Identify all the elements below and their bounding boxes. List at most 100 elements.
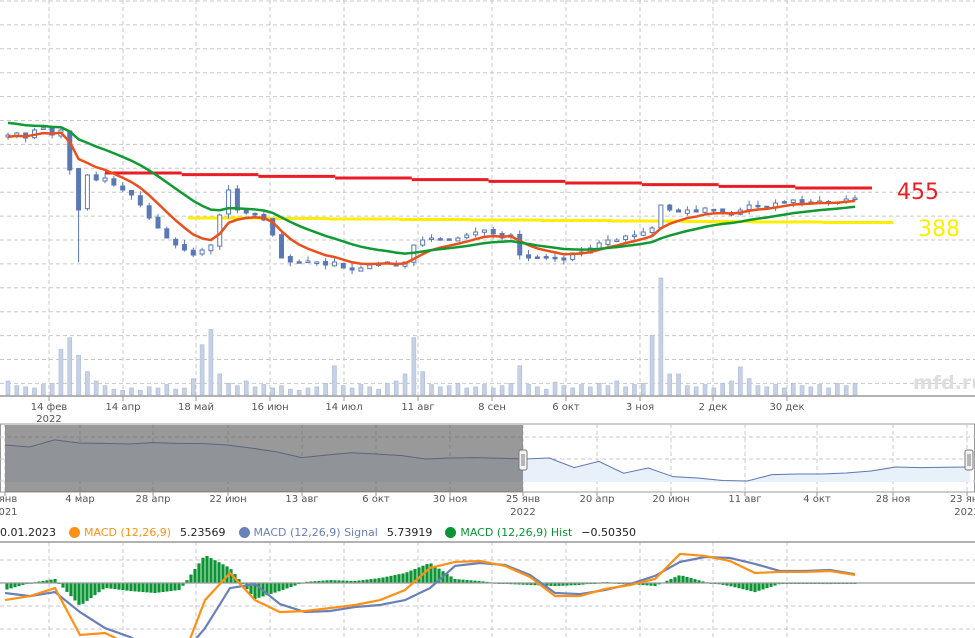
macd-hist-bar bbox=[145, 583, 149, 593]
macd-hist-bar bbox=[89, 583, 93, 599]
macd-hist-bar bbox=[121, 583, 125, 591]
legend-macd-name[interactable]: MACD (12,26,9) bbox=[84, 526, 171, 539]
volume-bar bbox=[826, 387, 831, 396]
volume-bar bbox=[164, 384, 170, 396]
macd-hist-bar bbox=[753, 583, 757, 593]
volume-bar bbox=[58, 349, 64, 396]
volume-bar bbox=[155, 387, 161, 396]
candle-body bbox=[137, 195, 143, 206]
candle-body bbox=[358, 267, 364, 272]
macd-hist-bar bbox=[745, 583, 749, 591]
navigator-tick-label: 22 июн bbox=[209, 494, 246, 505]
macd-hist-bar bbox=[125, 583, 129, 591]
macd-hist-bar bbox=[161, 583, 165, 593]
macd-hist-bar bbox=[385, 576, 389, 583]
navigator-tick-label: 28 апр bbox=[136, 494, 171, 505]
volume-bar bbox=[693, 386, 699, 396]
candle-body bbox=[199, 249, 205, 255]
candle-body bbox=[252, 212, 258, 216]
legend-signal-name[interactable]: MACD (12,26,9) Signal bbox=[254, 526, 378, 539]
navigator-right-handle[interactable] bbox=[964, 449, 974, 471]
volume-bar bbox=[817, 384, 823, 396]
candle-body bbox=[40, 127, 46, 130]
navigator-tick-label: янв bbox=[0, 494, 17, 505]
macd-hist-bar bbox=[93, 583, 97, 596]
candle-body bbox=[129, 189, 135, 196]
candle-body bbox=[367, 264, 373, 270]
candle-body bbox=[755, 204, 761, 208]
macd-hist-bar bbox=[85, 583, 89, 601]
legend-hist-value: −0.50350 bbox=[581, 525, 636, 539]
volume-bar bbox=[111, 388, 117, 396]
volume-bar bbox=[23, 386, 28, 396]
volume-bars bbox=[5, 277, 858, 396]
macd-hist-bar bbox=[749, 583, 753, 592]
volume-bar bbox=[755, 385, 761, 396]
macd-hist-bar bbox=[77, 583, 81, 605]
candle-body bbox=[534, 256, 540, 260]
candle-body bbox=[658, 204, 664, 229]
volume-bar bbox=[243, 380, 249, 396]
volume-bar bbox=[252, 386, 258, 396]
volume-bar bbox=[667, 373, 673, 396]
watermark: mfd.ru bbox=[913, 372, 975, 394]
macd-hist-bar bbox=[13, 583, 17, 588]
x-tick-label: 14 фев bbox=[31, 402, 68, 413]
macd-hist-bar bbox=[765, 583, 769, 589]
volume-bar bbox=[517, 365, 523, 396]
macd-hist-bar bbox=[133, 583, 137, 592]
candle-body bbox=[684, 209, 690, 214]
volume-bar bbox=[482, 384, 487, 396]
candle-body bbox=[746, 204, 752, 211]
volume-bar bbox=[764, 386, 770, 396]
candle-body bbox=[711, 208, 717, 212]
candle-body bbox=[120, 185, 126, 191]
macd-hist-bar bbox=[737, 583, 741, 589]
level-label: 455 bbox=[897, 180, 939, 205]
candle-body bbox=[526, 254, 532, 259]
short-ma-line bbox=[7, 131, 856, 266]
level-label: 388 bbox=[918, 217, 960, 242]
volume-bar bbox=[579, 384, 584, 396]
macd-hist-bar bbox=[409, 570, 413, 583]
volume-bar bbox=[790, 382, 796, 396]
candle-body bbox=[676, 209, 682, 213]
candle-body bbox=[517, 233, 523, 256]
navigator-tick-label: 4 мар bbox=[65, 494, 95, 505]
volume-bar bbox=[843, 385, 849, 396]
volume-bar bbox=[32, 387, 37, 396]
candle-body bbox=[490, 229, 496, 235]
volume-bar bbox=[570, 387, 575, 396]
macd-hist-bar bbox=[669, 578, 673, 583]
candle-body bbox=[649, 227, 655, 233]
volume-bar bbox=[332, 365, 337, 396]
candle-body bbox=[93, 174, 99, 181]
candle-body bbox=[208, 244, 214, 252]
macd-hist-bar bbox=[433, 566, 437, 583]
legend-hist-name[interactable]: MACD (12,26,9) Hist bbox=[460, 526, 572, 539]
navigator-tick-label: 20 апр bbox=[580, 494, 615, 505]
volume-bar bbox=[279, 385, 284, 396]
volume-bar bbox=[552, 381, 558, 396]
macd-hist-bar bbox=[169, 583, 173, 592]
macd-hist-bar bbox=[117, 583, 121, 590]
navigator-left-handle[interactable] bbox=[518, 449, 528, 471]
volume-bar bbox=[270, 387, 275, 396]
candle-body bbox=[631, 234, 637, 238]
volume-bar bbox=[490, 387, 496, 396]
macd-hist-bar bbox=[129, 583, 133, 592]
macd-hist-bar bbox=[677, 575, 681, 583]
navigator-tick-label: 4 окт bbox=[803, 494, 831, 505]
macd-hist-bar bbox=[757, 583, 761, 591]
volume-bar bbox=[5, 380, 11, 396]
macd-hist-bar bbox=[177, 583, 181, 591]
volume-bar bbox=[138, 390, 143, 396]
volume-bar bbox=[632, 384, 637, 396]
volume-bar bbox=[455, 382, 461, 396]
volume-bar bbox=[702, 384, 708, 396]
candle-body bbox=[799, 199, 805, 204]
navigator[interactable]: янв 021 4 мар 28 апр 22 июн 13 авг 6 окт 30 ноя… bbox=[0, 423, 975, 518]
volume-bar bbox=[464, 387, 470, 396]
macd-hist-bar bbox=[113, 583, 117, 590]
volume-bar bbox=[323, 382, 328, 396]
